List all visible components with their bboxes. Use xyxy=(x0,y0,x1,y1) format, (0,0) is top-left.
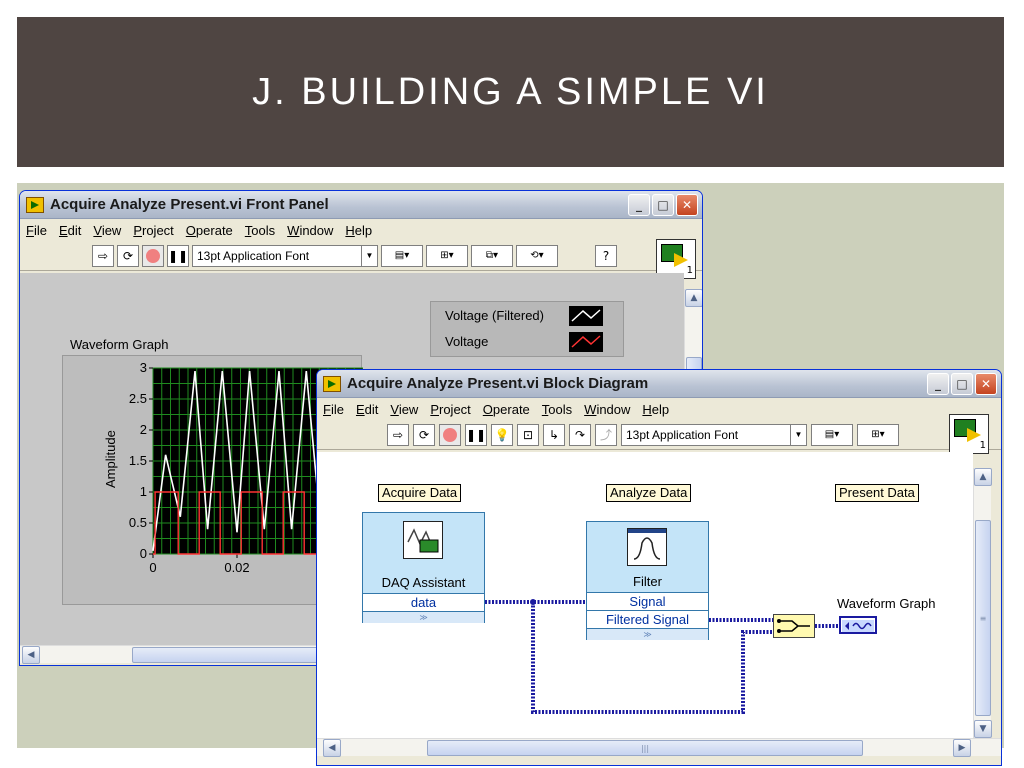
filter-node[interactable]: Filter Signal Filtered Signal ≫ xyxy=(586,521,709,640)
menu-file[interactable]: File xyxy=(26,223,47,238)
filter-signal-terminal[interactable]: Signal xyxy=(587,592,708,610)
graph-label: Waveform Graph xyxy=(70,337,169,352)
distribute-objects-icon[interactable]: ⊞▾ xyxy=(426,244,468,267)
menu-operate[interactable]: Operate xyxy=(186,223,233,238)
filter-icon xyxy=(627,528,667,566)
slide-title: J. BUILDING A SIMPLE VI xyxy=(252,70,769,113)
daq-data-terminal[interactable]: data xyxy=(363,593,484,611)
menu-tools[interactable]: Tools xyxy=(245,223,275,238)
y-tick-label: 0 xyxy=(140,546,147,561)
hscroll-thumb[interactable] xyxy=(132,647,332,663)
graph-terminal-label: Waveform Graph xyxy=(837,596,936,611)
font-select[interactable]: 13pt Application Font ▼ xyxy=(192,244,378,267)
run-continuously-icon[interactable]: ⟳ xyxy=(117,244,139,267)
y-tick-label: 2 xyxy=(140,422,147,437)
hscroll-thumb[interactable]: ||| xyxy=(427,740,863,756)
title-banner: J. BUILDING A SIMPLE VI xyxy=(17,17,1004,167)
front-panel-titlebar[interactable]: Acquire Analyze Present.vi Front Panel _… xyxy=(20,191,702,219)
daq-title: DAQ Assistant xyxy=(381,575,466,590)
font-select-value: 13pt Application Font xyxy=(197,248,310,263)
menu-help[interactable]: Help xyxy=(345,223,372,238)
y-tick-label: 1.5 xyxy=(129,453,147,468)
wire-junction xyxy=(530,599,536,605)
filter-title: Filter xyxy=(633,574,662,589)
block-diagram-hscroll[interactable]: ◀ ||| ▶ xyxy=(317,738,1001,757)
y-tick-label: 0.5 xyxy=(129,515,147,530)
minimize-button[interactable]: _ xyxy=(628,194,650,216)
front-panel-title: Acquire Analyze Present.vi Front Panel xyxy=(50,196,329,213)
front-panel-menubar: File Edit View Project Operate Tools Window Hel… xyxy=(20,219,702,241)
reorder-icon[interactable]: ⟲▾ xyxy=(516,244,558,267)
waveform-graph-terminal[interactable] xyxy=(839,616,877,634)
plot-legend[interactable]: Voltage (Filtered) Voltage xyxy=(430,301,624,357)
filter-filtered-signal-terminal[interactable]: Filtered Signal xyxy=(587,610,708,628)
menu-edit[interactable]: Edit xyxy=(59,223,81,238)
menu-view[interactable]: View xyxy=(93,223,121,238)
front-panel-toolbar: ⇨ ⟳ ❚❚ 13pt Application Font ▼ ▤▾ ⊞▾ ⧉▾ … xyxy=(20,241,702,271)
vi-icon xyxy=(26,196,44,213)
menu-project[interactable]: Project xyxy=(133,223,173,238)
y-tick-label: 3 xyxy=(140,360,147,375)
scroll-up-button[interactable]: ▲ xyxy=(974,468,992,486)
maximize-button[interactable]: □ xyxy=(652,194,674,216)
close-button[interactable]: ✕ xyxy=(676,194,698,216)
align-objects-icon[interactable]: ▤▾ xyxy=(381,244,423,267)
block-diagram-vscroll[interactable]: ▲ ≡ ▼ xyxy=(973,468,992,738)
x-tick-label: 0 xyxy=(149,560,156,575)
legend-label-filtered: Voltage (Filtered) xyxy=(445,308,544,323)
menu-window[interactable]: Window xyxy=(287,223,333,238)
run-arrow-icon[interactable]: ⇨ xyxy=(92,244,114,267)
block-diagram-window[interactable]: Acquire Analyze Present.vi Block Diagram… xyxy=(316,369,1002,766)
x-tick-label: 0.02 xyxy=(224,560,249,575)
vscroll-thumb[interactable]: ≡ xyxy=(975,520,991,716)
label-analyze-data[interactable]: Analyze Data xyxy=(606,484,692,502)
slide: J. BUILDING A SIMPLE VI Acquire Analyze … xyxy=(0,0,1024,768)
abort-icon[interactable] xyxy=(142,244,164,267)
label-present-data[interactable]: Present Data xyxy=(835,484,919,502)
scroll-down-button[interactable]: ▼ xyxy=(974,720,992,738)
merge-signals-node[interactable] xyxy=(773,614,815,638)
scroll-left-button[interactable]: ◀ xyxy=(323,739,341,757)
scroll-right-button[interactable]: ▶ xyxy=(953,739,971,757)
y-tick-label: 1 xyxy=(140,484,147,499)
pause-icon[interactable]: ❚❚ xyxy=(167,244,189,267)
node-expand-grip[interactable]: ≫ xyxy=(587,628,708,640)
daq-assistant-node[interactable]: DAQ Assistant data ≫ xyxy=(362,512,485,623)
legend-swatch-filtered xyxy=(569,306,603,326)
resize-objects-icon[interactable]: ⧉▾ xyxy=(471,244,513,267)
legend-swatch-voltage xyxy=(569,332,603,352)
y-tick-label: 2.5 xyxy=(129,391,147,406)
scroll-up-button[interactable]: ▲ xyxy=(685,289,702,307)
label-acquire-data[interactable]: Acquire Data xyxy=(378,484,462,502)
legend-label-voltage: Voltage xyxy=(445,334,489,349)
help-icon[interactable]: ? xyxy=(595,244,617,267)
node-expand-grip[interactable]: ≫ xyxy=(363,611,484,623)
daq-icon xyxy=(403,521,443,559)
scroll-left-button[interactable]: ◀ xyxy=(22,646,40,664)
